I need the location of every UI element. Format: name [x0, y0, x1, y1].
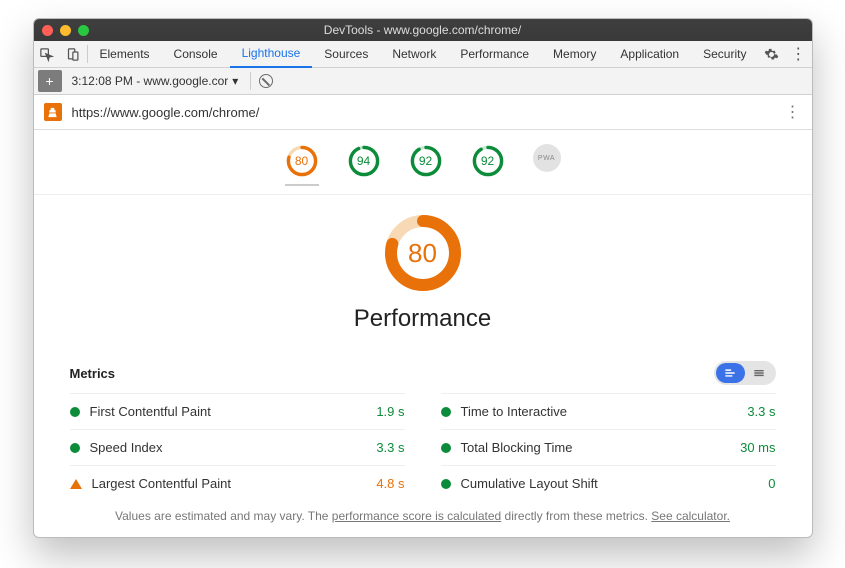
clear-icon[interactable] [259, 74, 273, 88]
gauge-accessibility[interactable]: 94 [347, 144, 381, 186]
metric-value: 3.3 s [747, 404, 775, 419]
metrics-footnote: Values are estimated and may vary. The p… [70, 509, 776, 523]
inspect-icon[interactable] [34, 41, 61, 68]
new-report-button[interactable]: + [38, 70, 62, 92]
pass-icon [441, 479, 451, 489]
panel-tabs: ElementsConsoleLighthouseSourcesNetworkP… [34, 41, 812, 68]
metric-label: Time to Interactive [461, 404, 567, 419]
gauge-pwa[interactable]: PWA [533, 144, 561, 186]
gauge-performance[interactable]: 80 [285, 144, 319, 186]
report-menu-icon[interactable]: ⋮ [785, 102, 802, 122]
tab-sources[interactable]: Sources [312, 41, 380, 68]
tab-lighthouse[interactable]: Lighthouse [230, 41, 313, 68]
metric-value: 4.8 s [376, 476, 404, 491]
more-icon[interactable]: ⋮ [785, 41, 812, 68]
performance-gauge-large: 80 [383, 213, 463, 293]
tested-url: https://www.google.com/chrome/ [72, 105, 785, 120]
tab-network[interactable]: Network [380, 41, 448, 68]
metric-row: Cumulative Layout Shift 0 [441, 465, 776, 501]
metric-row: First Contentful Paint 1.9 s [70, 393, 405, 429]
category-gauges: 80 94 92 92 PWA [34, 130, 812, 195]
metric-row: Largest Contentful Paint 4.8 s [70, 465, 405, 501]
lighthouse-subbar: + 3:12:08 PM - www.google.cor ▾ [34, 68, 812, 95]
metric-label: Speed Index [90, 440, 163, 455]
metric-value: 1.9 s [376, 404, 404, 419]
report-dropdown[interactable]: 3:12:08 PM - www.google.cor ▾ [68, 74, 243, 88]
metrics-view-toggle[interactable] [714, 361, 776, 385]
metric-row: Speed Index 3.3 s [70, 429, 405, 465]
toggle-expanded-icon[interactable] [716, 363, 745, 383]
url-bar: https://www.google.com/chrome/ ⋮ [34, 95, 812, 129]
device-toolbar-icon[interactable] [60, 41, 87, 68]
window-title: DevTools - www.google.com/chrome/ [34, 23, 812, 37]
performance-score-value: 80 [383, 213, 463, 293]
chevron-down-icon: ▾ [232, 74, 238, 88]
metric-row: Time to Interactive 3.3 s [441, 393, 776, 429]
pass-icon [70, 443, 80, 453]
warning-icon [70, 479, 82, 489]
metrics-heading: Metrics [70, 366, 116, 381]
gauge-seo[interactable]: 92 [471, 144, 505, 186]
metrics-section: Metrics First Contentful Paint 1.9 s Speed… [34, 361, 812, 537]
metric-value: 30 ms [740, 440, 775, 455]
tab-security[interactable]: Security [691, 41, 758, 68]
footnote-link-calculation[interactable]: performance score is calculated [332, 509, 501, 523]
divider [250, 72, 251, 90]
metric-value: 0 [768, 476, 775, 491]
footnote-link-calculator[interactable]: See calculator. [651, 509, 730, 523]
pass-icon [441, 443, 451, 453]
metric-label: Total Blocking Time [461, 440, 573, 455]
tab-elements[interactable]: Elements [88, 41, 162, 68]
main-score-area: 80 Performance [34, 195, 812, 351]
tab-console[interactable]: Console [162, 41, 230, 68]
metric-label: First Contentful Paint [90, 404, 211, 419]
report-dropdown-label: 3:12:08 PM - www.google.cor [72, 74, 229, 88]
metric-value: 3.3 s [376, 440, 404, 455]
settings-icon[interactable] [758, 41, 785, 68]
tab-memory[interactable]: Memory [541, 41, 608, 68]
titlebar: DevTools - www.google.com/chrome/ [34, 19, 812, 41]
tab-performance[interactable]: Performance [448, 41, 541, 68]
devtools-window: DevTools - www.google.com/chrome/ Elemen… [33, 18, 813, 538]
metric-label: Largest Contentful Paint [92, 476, 231, 491]
metric-row: Total Blocking Time 30 ms [441, 429, 776, 465]
toggle-compact-icon[interactable] [745, 363, 774, 383]
category-title: Performance [354, 305, 491, 333]
lighthouse-icon [44, 103, 62, 121]
metric-label: Cumulative Layout Shift [461, 476, 598, 491]
tab-application[interactable]: Application [608, 41, 691, 68]
pass-icon [441, 407, 451, 417]
pass-icon [70, 407, 80, 417]
gauge-best-practices[interactable]: 92 [409, 144, 443, 186]
